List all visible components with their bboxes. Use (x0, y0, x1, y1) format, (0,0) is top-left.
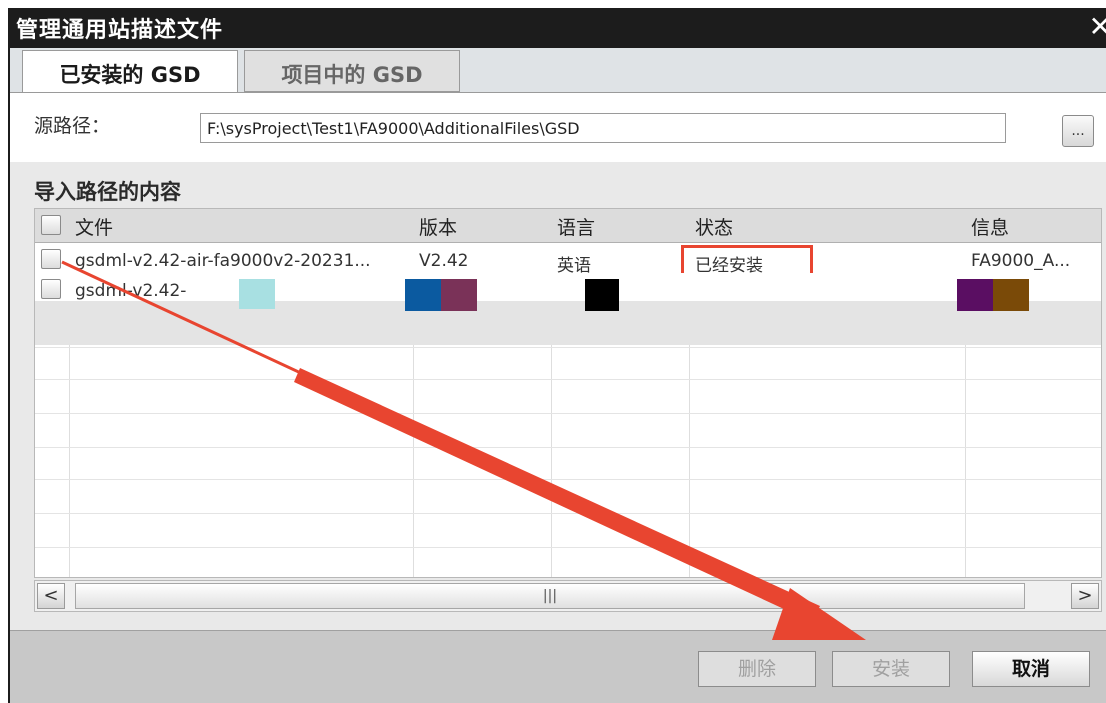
row-divider (35, 447, 1101, 448)
source-path-panel: 源路径： ... (10, 92, 1106, 162)
row-divider (35, 413, 1101, 414)
version-cell: V2.42 (419, 251, 469, 271)
file-name-cell: gsdml-v2.42-air-fa9000v2-20231... (75, 251, 371, 271)
color-swatch (993, 279, 1029, 311)
table-header: 文件 版本 语言 状态 信息 (35, 209, 1101, 243)
tab-installed-gsd[interactable]: 已安装的 GSD (22, 50, 238, 92)
row-divider (35, 547, 1101, 548)
color-swatch (441, 279, 477, 311)
row-divider (35, 379, 1101, 380)
color-swatch (405, 279, 441, 311)
row-checkbox[interactable] (41, 249, 61, 269)
header-language[interactable]: 语言 (557, 213, 595, 240)
row-divider (35, 347, 1101, 348)
tab-strip: 已安装的 GSD 项目中的 GSD (10, 48, 1106, 92)
header-info[interactable]: 信息 (971, 213, 1009, 240)
install-button[interactable]: 安装 (832, 651, 950, 687)
row-checkbox[interactable] (41, 279, 61, 299)
dialog-button-bar: 删除 安装 取消 (10, 630, 1106, 703)
browse-button[interactable]: ... (1062, 115, 1094, 147)
cancel-button[interactable]: 取消 (972, 651, 1090, 687)
scroll-right-icon[interactable]: > (1071, 583, 1099, 609)
table-row[interactable] (35, 273, 1101, 301)
dialog-title: 管理通用站描述文件 (16, 18, 224, 43)
import-section-title: 导入路径的内容 (34, 180, 181, 204)
source-path-label: 源路径： (34, 115, 111, 137)
gsd-file-table: 文件 版本 语言 状态 信息 gsdml-v2.42-air-fa9000v2-… (34, 208, 1102, 578)
tab-project-gsd[interactable]: 项目中的 GSD (244, 50, 460, 92)
scrollbar-thumb[interactable]: ||| (75, 583, 1025, 609)
info-cell: FA9000_A... (971, 251, 1071, 271)
color-swatch (585, 279, 619, 311)
header-version[interactable]: 版本 (419, 213, 457, 240)
color-swatch (239, 279, 275, 309)
row-divider (35, 479, 1101, 480)
close-icon[interactable]: ✕ (1089, 12, 1106, 42)
source-path-field[interactable] (200, 113, 1006, 143)
row-divider (35, 513, 1101, 514)
row-filler (35, 299, 1101, 345)
header-file[interactable]: 文件 (75, 213, 113, 240)
manage-gsd-dialog: 管理通用站描述文件 ✕ 已安装的 GSD 项目中的 GSD 源路径： ... 导… (8, 8, 1106, 703)
file-name-cell: gsdml-v2.42- (75, 281, 187, 301)
delete-button[interactable]: 删除 (698, 651, 816, 687)
title-bar: 管理通用站描述文件 ✕ (10, 8, 1106, 48)
header-status[interactable]: 状态 (695, 213, 733, 240)
select-all-checkbox[interactable] (41, 215, 61, 235)
scroll-left-icon[interactable]: < (37, 583, 65, 609)
color-swatch (957, 279, 993, 311)
horizontal-scrollbar[interactable]: < ||| > (34, 580, 1102, 612)
